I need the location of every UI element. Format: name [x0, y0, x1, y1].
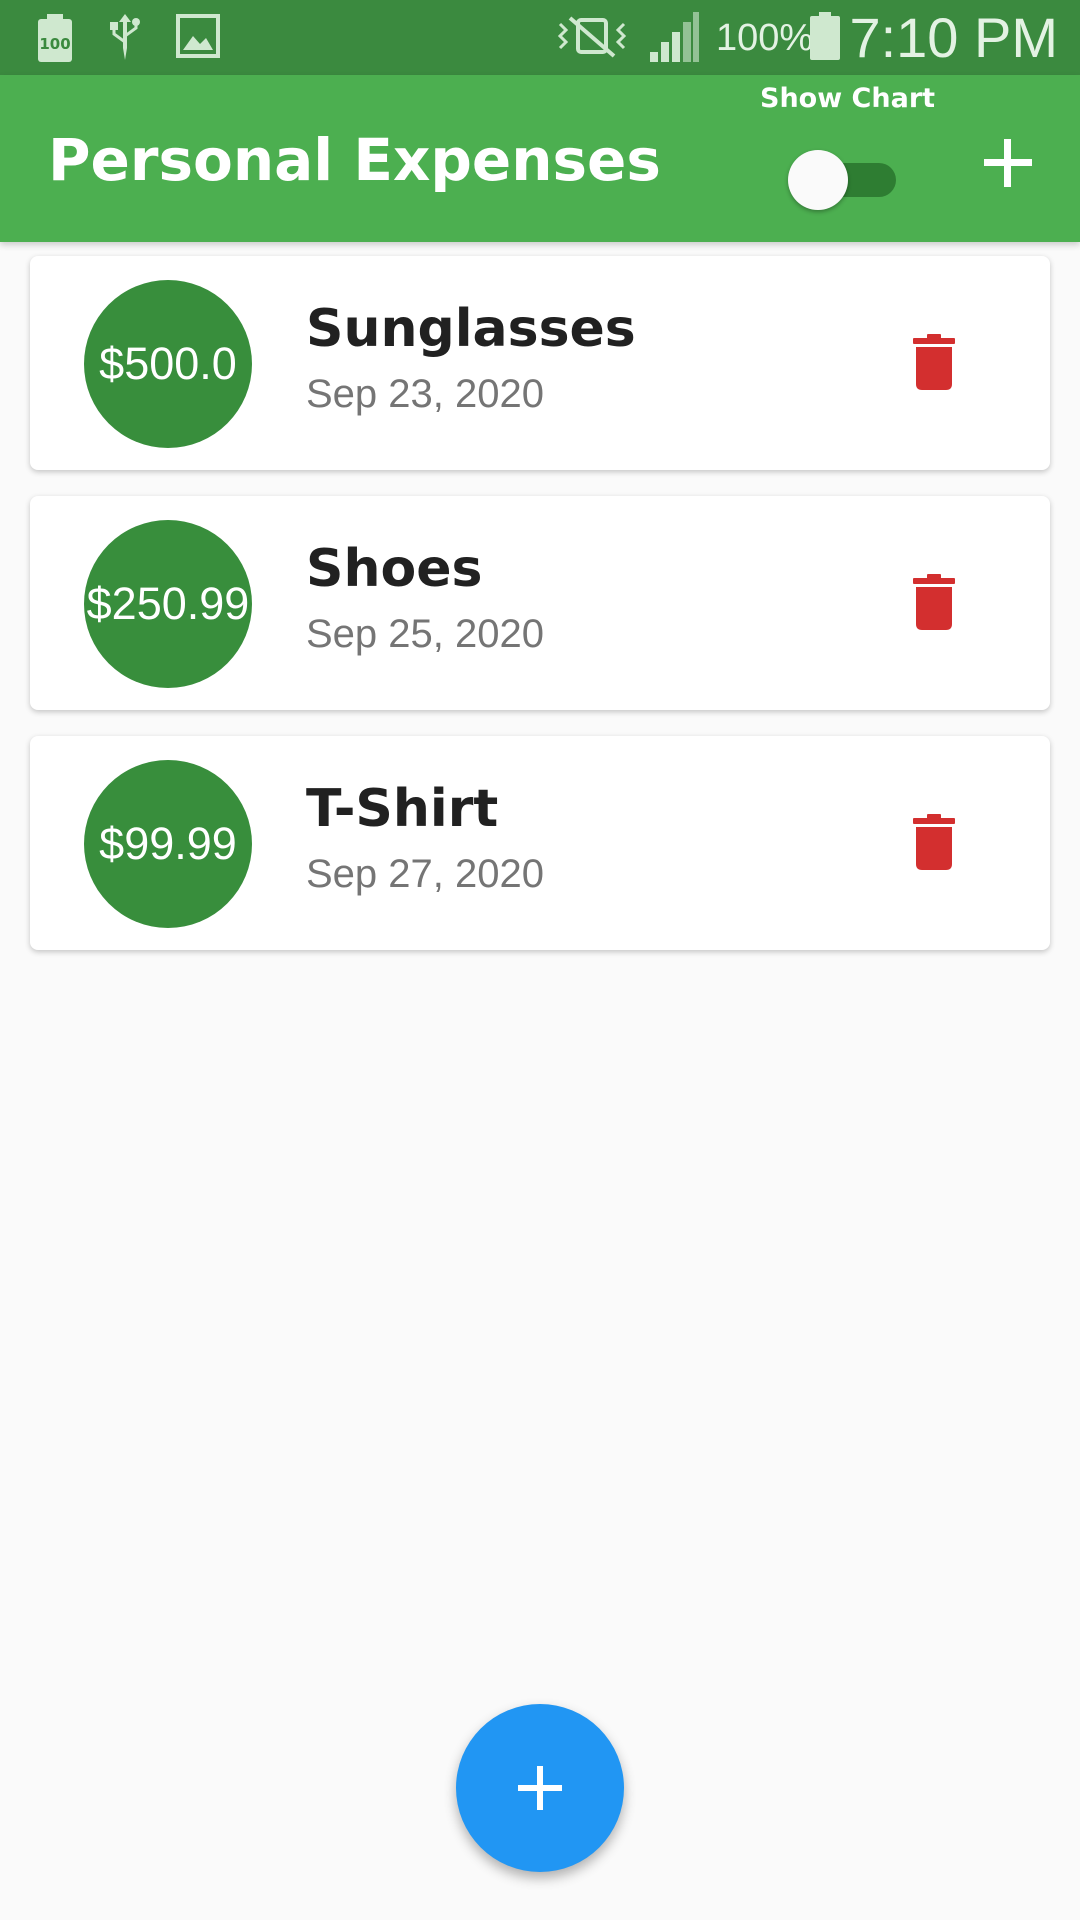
app-bar: Personal Expenses Show Chart [0, 75, 1080, 242]
usb-icon [110, 14, 140, 60]
transaction-amount: $250.99 [86, 578, 250, 629]
add-fab-button[interactable] [456, 1704, 624, 1872]
transaction-list: $500.0 Sunglasses Sep 23, 2020 $250.99 S… [30, 256, 1050, 976]
amount-avatar: $250.99 [84, 520, 252, 688]
plus-icon [984, 139, 1032, 187]
transaction-card: $99.99 T-Shirt Sep 27, 2020 [30, 736, 1050, 950]
plus-icon [518, 1766, 562, 1810]
switch-thumb [788, 150, 848, 210]
transaction-date: Sep 27, 2020 [306, 852, 544, 896]
clock: 7:10 PM [849, 6, 1058, 69]
transaction-date: Sep 25, 2020 [306, 612, 544, 656]
add-transaction-button[interactable] [972, 127, 1044, 199]
delete-button[interactable] [898, 806, 970, 878]
delete-button[interactable] [898, 566, 970, 638]
vibrate-icon [557, 16, 627, 58]
battery-saver-icon: 100 [38, 14, 72, 62]
signal-icon [650, 12, 699, 62]
transaction-title: Sunglasses [306, 299, 636, 359]
transaction-date: Sep 23, 2020 [306, 372, 544, 416]
status-bar: 100 100% 7:10 PM [0, 0, 1080, 75]
transaction-amount: $99.99 [99, 818, 237, 869]
show-chart-switch[interactable] [788, 147, 898, 211]
trash-icon [913, 814, 955, 870]
transaction-card: $250.99 Shoes Sep 25, 2020 [30, 496, 1050, 710]
battery-percent: 100% [716, 17, 814, 59]
image-icon [176, 14, 220, 58]
show-chart-label: Show Chart [760, 83, 936, 114]
transaction-title: T-Shirt [306, 779, 499, 839]
battery-icon [810, 12, 840, 60]
transaction-title: Shoes [306, 539, 483, 599]
transaction-amount: $500.0 [99, 338, 237, 389]
amount-avatar: $99.99 [84, 760, 252, 928]
page-title: Personal Expenses [48, 126, 661, 194]
svg-text:100: 100 [39, 35, 70, 53]
trash-icon [913, 334, 955, 390]
trash-icon [913, 574, 955, 630]
transaction-card: $500.0 Sunglasses Sep 23, 2020 [30, 256, 1050, 470]
amount-avatar: $500.0 [84, 280, 252, 448]
delete-button[interactable] [898, 326, 970, 398]
